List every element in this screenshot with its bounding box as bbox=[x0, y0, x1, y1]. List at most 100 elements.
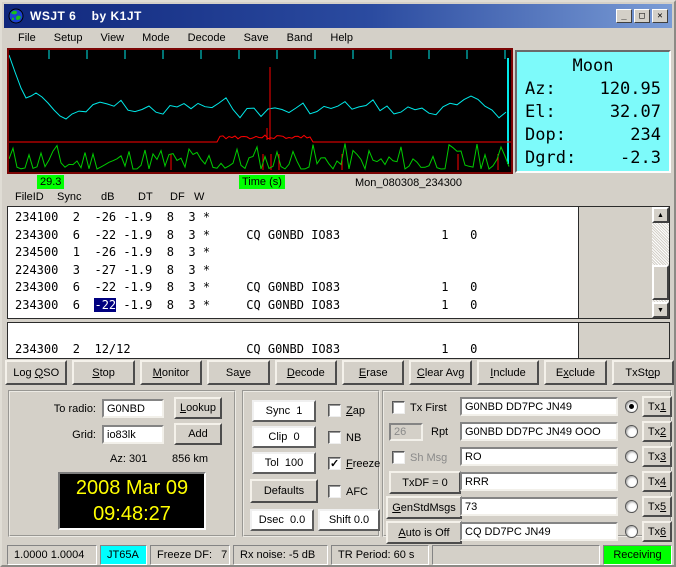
tx3-radio[interactable] bbox=[625, 450, 638, 463]
nb-checkbox[interactable]: NB bbox=[328, 431, 361, 444]
decode-row[interactable]: 234100 2 -26 -1.9 8 3 * bbox=[15, 209, 578, 227]
afc-checkbox-box[interactable] bbox=[328, 485, 341, 498]
clear-avg-button[interactable]: Clear Avg bbox=[409, 360, 472, 385]
lookup-button[interactable]: Lookup bbox=[174, 397, 222, 419]
station-frame: To radio: G0NBD Lookup Grid: io83lk Add … bbox=[8, 390, 236, 537]
menu-bar: File Setup View Mode Decode Save Band He… bbox=[4, 28, 672, 48]
col-df: DF bbox=[170, 191, 185, 203]
tx1-button[interactable]: Tx 1 bbox=[642, 396, 672, 417]
close-button[interactable]: ✕ bbox=[652, 9, 668, 23]
add-button[interactable]: Add bbox=[174, 423, 222, 445]
grid-input[interactable]: io83lk bbox=[102, 425, 164, 444]
scroll-thumb[interactable] bbox=[652, 265, 669, 300]
maximize-button[interactable]: □ bbox=[634, 9, 650, 23]
clip-spinner[interactable]: Clip 0 bbox=[252, 426, 316, 448]
freq-marker-label: 29.3 bbox=[37, 175, 65, 189]
menu-decode[interactable]: Decode bbox=[180, 30, 236, 46]
status-bar: 1.0000 1.0004 JT65A Freeze DF: 7 Rx nois… bbox=[4, 542, 672, 565]
shift-spinner[interactable]: Shift 0.0 bbox=[318, 509, 380, 531]
minimize-button[interactable]: _ bbox=[616, 9, 632, 23]
tx6-radio[interactable] bbox=[625, 525, 638, 538]
tx3-button[interactable]: Tx 3 bbox=[642, 446, 672, 467]
menu-save[interactable]: Save bbox=[236, 30, 279, 46]
txdf-button[interactable]: TxDF = 0 bbox=[389, 471, 461, 494]
spectrum-display[interactable] bbox=[7, 48, 513, 174]
rpt-input[interactable]: 26 bbox=[389, 423, 423, 441]
monitor-button[interactable]: Monitor bbox=[139, 360, 203, 385]
tx4-message-input[interactable]: RRR bbox=[460, 472, 618, 491]
tx5-message-input[interactable]: 73 bbox=[460, 497, 618, 516]
selected-db-cell: -22 bbox=[94, 297, 117, 312]
decode-row[interactable]: 224300 3 -27 -1.9 8 3 * bbox=[15, 262, 578, 280]
auto-button[interactable]: Auto is Off bbox=[386, 521, 462, 544]
exclude-button[interactable]: Ex clude bbox=[544, 360, 607, 385]
tx6-message-input[interactable]: CQ DD7PC JN49 bbox=[460, 522, 618, 541]
tx-first-checkbox-box[interactable] bbox=[392, 401, 405, 414]
save-button[interactable]: Sa v e bbox=[207, 360, 270, 385]
tx5-radio[interactable] bbox=[625, 500, 638, 513]
status-state: Receiving bbox=[603, 545, 672, 565]
decode-button[interactable]: Decode bbox=[274, 360, 338, 385]
decode-row-selected[interactable]: 234300 6 -22 -1.9 8 3 * CQ G0NBD IO83 1 … bbox=[15, 297, 578, 315]
zap-checkbox-box[interactable] bbox=[328, 404, 341, 417]
menu-band[interactable]: Band bbox=[279, 30, 323, 46]
scroll-up-arrow[interactable]: ▲ bbox=[652, 207, 669, 223]
tx2-message-input[interactable]: G0NBD DD7PC JN49 OOO bbox=[460, 422, 618, 441]
zap-checkbox[interactable]: Zap bbox=[328, 404, 365, 417]
freeze-checkbox[interactable]: Freeze bbox=[328, 457, 380, 470]
status-rx-noise: Rx noise: -5 dB bbox=[233, 545, 328, 565]
tx2-radio[interactable] bbox=[625, 425, 638, 438]
sync-spinner[interactable]: Sync 1 bbox=[252, 400, 316, 422]
tx2-button[interactable]: Tx 2 bbox=[642, 421, 672, 442]
decoded-messages-area[interactable]: 234100 2 -26 -1.9 8 3 * 234300 6 -22 -1.… bbox=[8, 207, 579, 318]
to-radio-input[interactable]: G0NBD bbox=[102, 399, 164, 418]
average-message-area[interactable]: 234300 2 12/12 CQ G0NBD IO83 1 0 bbox=[8, 323, 579, 358]
txstop-button[interactable]: TxSt o p bbox=[611, 360, 674, 385]
dsec-spinner[interactable]: Dsec 0.0 bbox=[250, 509, 314, 531]
col-db: dB bbox=[101, 191, 115, 203]
decode-row[interactable]: 234500 1 -26 -1.9 8 3 * bbox=[15, 244, 578, 262]
defaults-button[interactable]: Defaults bbox=[250, 479, 318, 503]
tx3-message-input[interactable]: RO bbox=[460, 447, 618, 466]
include-button[interactable]: Include bbox=[476, 360, 540, 385]
freeze-checkbox-box[interactable] bbox=[328, 457, 341, 470]
status-mode: JT65A bbox=[100, 545, 147, 565]
tol-spinner[interactable]: Tol 100 bbox=[252, 452, 316, 474]
sh-msg-checkbox-box[interactable] bbox=[392, 451, 405, 464]
scroll-down-arrow[interactable]: ▼ bbox=[652, 302, 669, 318]
stop-button[interactable]: Stop bbox=[72, 360, 135, 385]
menu-file[interactable]: File bbox=[10, 30, 46, 46]
decode-scrollbar[interactable]: ▲ ▼ bbox=[652, 207, 669, 318]
app-globe-icon bbox=[8, 8, 24, 24]
rpt-label: Rpt bbox=[431, 426, 449, 438]
clock-time: 09:48:27 bbox=[93, 503, 171, 525]
tx4-radio[interactable] bbox=[625, 475, 638, 488]
moon-doppler: Dop: 234 bbox=[525, 125, 661, 145]
nb-checkbox-box[interactable] bbox=[328, 431, 341, 444]
log-qso-button[interactable]: Log Q SO bbox=[5, 360, 68, 385]
average-row[interactable]: 234300 2 12/12 CQ G0NBD IO83 1 0 bbox=[15, 341, 578, 358]
sh-msg-checkbox[interactable]: Sh Msg bbox=[392, 451, 447, 464]
menu-help[interactable]: Help bbox=[322, 30, 363, 46]
average-text-panel: 234300 2 12/12 CQ G0NBD IO83 1 0 bbox=[7, 322, 670, 359]
tx6-button[interactable]: Tx 6 bbox=[642, 521, 672, 542]
tx-messages-frame: Tx First 26 Rpt Sh Msg TxDF = 0 GenStdMs… bbox=[382, 390, 672, 544]
tx5-button[interactable]: Tx 5 bbox=[642, 496, 672, 517]
menu-mode[interactable]: Mode bbox=[134, 30, 180, 46]
status-tr-period: TR Period: 60 s bbox=[331, 545, 429, 565]
erase-button[interactable]: Erase bbox=[342, 360, 405, 385]
wsjt-main-window: WSJT 6 by K1JT _ □ ✕ File Setup View Mod… bbox=[0, 0, 676, 567]
menu-setup[interactable]: Setup bbox=[46, 30, 93, 46]
menu-view[interactable]: View bbox=[92, 30, 134, 46]
tx1-radio[interactable] bbox=[625, 400, 638, 413]
gen-std-msgs-button[interactable]: GenStdMsgs bbox=[386, 496, 462, 519]
col-dt: DT bbox=[138, 191, 153, 203]
spectrum-traces bbox=[8, 50, 511, 171]
tx-first-checkbox[interactable]: Tx First bbox=[392, 401, 447, 414]
decode-row[interactable]: 234300 6 -22 -1.9 8 3 * CQ G0NBD IO83 1 … bbox=[15, 227, 578, 245]
tx4-button[interactable]: Tx 4 bbox=[642, 471, 672, 492]
afc-checkbox[interactable]: AFC bbox=[328, 485, 368, 498]
decode-row[interactable]: 234300 6 -22 -1.9 8 3 * CQ G0NBD IO83 1 … bbox=[15, 279, 578, 297]
title-bar[interactable]: WSJT 6 by K1JT _ □ ✕ bbox=[4, 4, 672, 28]
tx1-message-input[interactable]: G0NBD DD7PC JN49 bbox=[460, 397, 618, 416]
